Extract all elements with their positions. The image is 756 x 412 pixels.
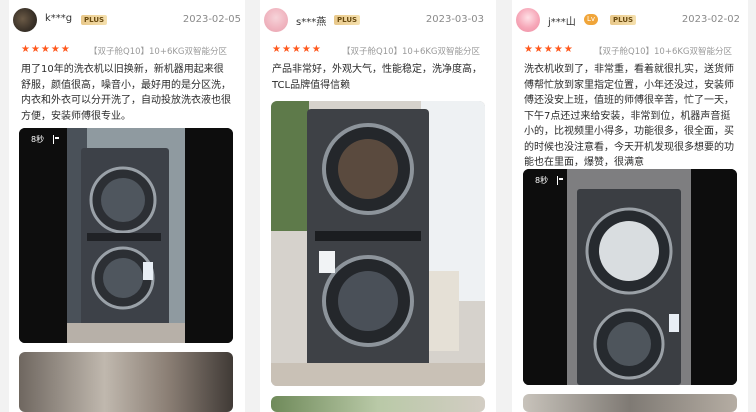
username[interactable]: k***g bbox=[45, 13, 72, 24]
rating-stars: ★★★★★ bbox=[21, 44, 71, 55]
plus-badge: PLUS bbox=[81, 15, 108, 25]
review-header: k***g PLUS 2023-02-05 bbox=[9, 8, 245, 34]
review-header: s***燕 PLUS 2023-03-03 bbox=[260, 8, 496, 34]
review-card-3: j***山 Lv PLUS 2023-02-02 ★★★★★ 【双子舱Q10】1… bbox=[512, 0, 748, 412]
level-badge: Lv bbox=[584, 14, 599, 25]
product-spec: 【双子舱Q10】10+6KG双智能分区 bbox=[89, 47, 228, 57]
review-card-2: s***燕 PLUS 2023-03-03 ★★★★★ 【双子舱Q10】10+6… bbox=[260, 0, 496, 412]
review-date: 2023-02-05 bbox=[182, 14, 241, 25]
rating-stars: ★★★★★ bbox=[272, 44, 322, 55]
play-icon bbox=[557, 176, 558, 185]
volume-icon bbox=[559, 178, 563, 180]
review-video[interactable]: 8秒 bbox=[19, 128, 233, 343]
review-photo-2[interactable] bbox=[523, 394, 737, 412]
washer-video-frame bbox=[523, 169, 737, 385]
review-card-1: k***g PLUS 2023-02-05 ★★★★★ 【双子舱Q10】10+6… bbox=[9, 0, 245, 412]
review-text: 洗衣机收到了，非常重，看着就很扎实，送货师傅帮忙放到家里指定位置，小年还没过，安… bbox=[524, 64, 734, 168]
avatar[interactable] bbox=[264, 8, 288, 32]
avatar[interactable] bbox=[516, 8, 540, 32]
review-photo-2[interactable] bbox=[19, 352, 233, 412]
review-date: 2023-03-03 bbox=[425, 14, 484, 25]
review-header: j***山 Lv PLUS 2023-02-02 bbox=[512, 8, 748, 34]
video-duration: 8秒 bbox=[31, 135, 45, 144]
review-text: 产品非常好，外观大气，性能稳定，洗净度高，TCL品牌值得信赖 bbox=[272, 64, 482, 91]
product-spec: 【双子舱Q10】10+6KG双智能分区 bbox=[342, 47, 481, 57]
review-date: 2023-02-02 bbox=[681, 14, 740, 25]
rating-stars: ★★★★★ bbox=[524, 44, 574, 55]
username[interactable]: j***山 bbox=[548, 13, 576, 28]
review-video[interactable]: 8秒 bbox=[523, 169, 737, 385]
avatar[interactable] bbox=[13, 8, 37, 32]
username[interactable]: s***燕 bbox=[296, 13, 326, 28]
plus-badge: PLUS bbox=[610, 15, 637, 25]
washer-photo bbox=[271, 101, 485, 386]
volume-icon bbox=[55, 137, 59, 139]
play-icon bbox=[53, 135, 54, 144]
review-photo[interactable] bbox=[271, 101, 485, 386]
review-photo-2[interactable] bbox=[271, 396, 485, 412]
product-spec: 【双子舱Q10】10+6KG双智能分区 bbox=[594, 47, 733, 57]
review-text: 用了10年的洗衣机以旧换新，新机器用起来很舒服，颜值很高，噪音小，最好用的是分区… bbox=[21, 64, 231, 122]
plus-badge: PLUS bbox=[334, 15, 361, 25]
video-duration: 8秒 bbox=[535, 176, 549, 185]
washer-video-frame bbox=[19, 128, 233, 343]
